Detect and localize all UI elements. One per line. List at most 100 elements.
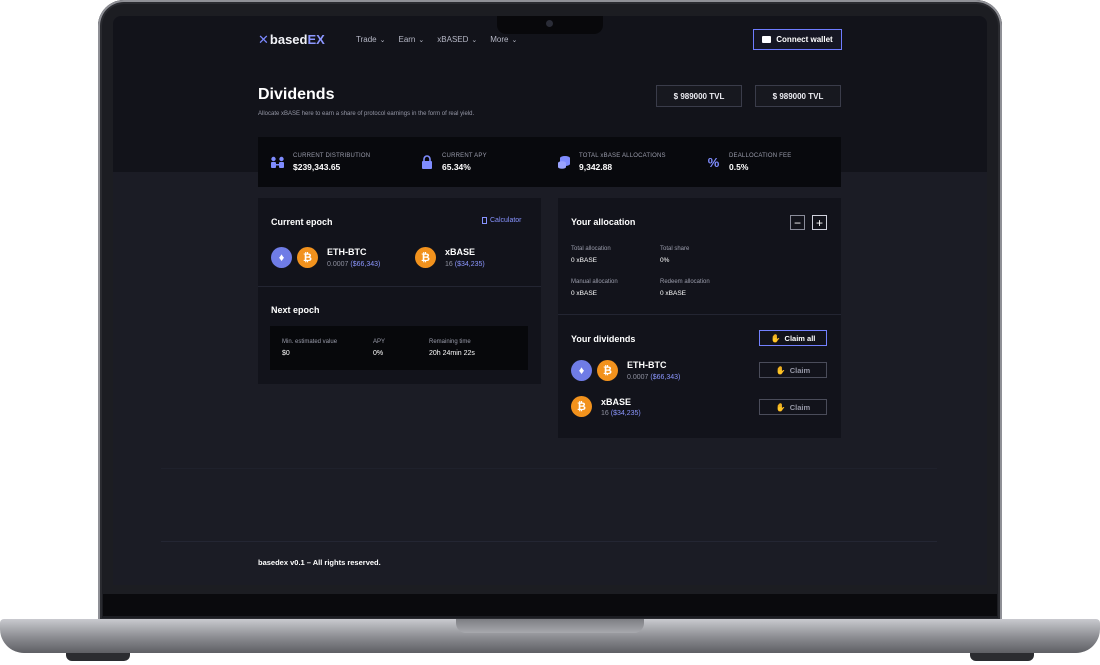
alloc-label: Total share [660,246,690,252]
people-icon [270,155,285,169]
dividend-usd: ($66,343) [650,374,681,381]
asset-amount: 0.0007 ($66,343) [327,261,380,268]
menu-more-label: More [490,35,509,44]
stat-current-distribution: CURRENT DISTRIBUTION $239,343.65 [270,137,370,187]
hand-icon: ✋ [775,402,786,412]
tvl-badge: $ 989000 TVL [755,85,841,107]
dividend-amount-value: 0.0007 [627,374,649,381]
coins-icon [556,155,571,169]
connect-wallet-label: Connect wallet [776,35,833,44]
menu-xbased-label: xBASED [437,35,469,44]
asset-amount-value: 0.0007 [327,261,349,268]
claim-label: Claim [789,365,811,375]
asset-name: ETH-BTC [327,247,367,257]
chevron-down-icon: ⌄ [511,36,518,44]
laptop-opening-notch [456,619,644,633]
claim-all-button[interactable]: ✋ Claim all [759,330,827,346]
info-label: APY [373,339,386,345]
eth-icon: ♦ [271,247,292,268]
brand-prefix: based [269,32,308,47]
asset-usd: ($66,343) [350,261,381,268]
divider [161,468,937,469]
stat-value: 9,342.88 [579,161,613,172]
lock-icon [419,155,434,169]
asset-amount: 16 ($34,235) [445,261,485,268]
hand-icon: ✋ [775,365,786,375]
stat-value: 65.34% [442,161,471,172]
dividend-usd: ($34,235) [610,410,641,417]
your-allocation-title: Your allocation [571,217,636,227]
alloc-value: 0 xBASE [571,257,598,264]
info-label: Min. estimated value [282,339,338,345]
chevron-down-icon: ⌄ [379,36,386,44]
claim-all-label: Claim all [784,333,816,343]
btc-icon: ₿ [597,360,618,381]
epoch-panel: Current epoch Calculator ♦ ₿ ETH-BTC 0.0… [258,198,541,384]
info-value: 20h 24min 22s [429,350,475,357]
stat-total-allocations: TOTAL xBASE ALLOCATIONS 9,342.88 [556,137,666,187]
asset-name: xBASE [445,247,476,257]
laptop-chin [103,594,997,616]
info-value: $0 [282,350,290,357]
main-menu: Trade ⌄ Earn ⌄ xBASED ⌄ More ⌄ [356,35,517,44]
calculator-link[interactable]: Calculator [482,217,522,224]
tvl-badge: $ 989000 TVL [656,85,742,107]
allocation-panel: Your allocation − + Total allocation 0 x… [558,198,841,438]
stat-label: TOTAL xBASE ALLOCATIONS [579,152,666,159]
connect-wallet-button[interactable]: Connect wallet [753,29,842,50]
asset-amount-value: 16 [445,261,453,268]
brand-logo[interactable]: ✕basedEX [258,32,325,48]
menu-xbased[interactable]: xBASED ⌄ [437,35,477,44]
menu-trade-label: Trade [356,35,377,44]
page-subtitle: Allocate xBASE here to earn a share of p… [258,111,475,117]
brand-mark-icon: ✕ [258,32,269,47]
stat-value: $239,343.65 [293,161,341,172]
dividend-name: xBASE [601,397,632,407]
dividend-amount: 16 ($34,235) [601,410,641,417]
hand-icon: ✋ [770,333,781,343]
claim-button[interactable]: ✋ Claim [759,399,827,415]
camera-notch [497,16,603,34]
alloc-label: Total allocation [571,246,611,252]
camera-icon [546,20,553,27]
stat-label: CURRENT DISTRIBUTION [293,152,371,159]
app: ✕basedEX Trade ⌄ Earn ⌄ xBASED ⌄ More ⌄ Conn… [113,16,987,585]
btc-icon: ₿ [415,247,436,268]
stats-bar: CURRENT DISTRIBUTION $239,343.65 CURRENT… [258,137,841,187]
chevron-down-icon: ⌄ [418,36,425,44]
stat-value: 0.5% [729,161,749,172]
claim-button[interactable]: ✋ Claim [759,362,827,378]
calculator-icon [482,217,487,224]
next-epoch-title: Next epoch [271,305,320,315]
deallocate-button[interactable]: − [790,215,805,230]
current-epoch-title: Current epoch [271,217,333,227]
your-dividends-title: Your dividends [571,334,636,344]
stat-label: DEALLOCATION FEE [729,152,792,159]
laptop-foot [66,653,130,661]
stat-label: CURRENT APY [442,152,487,159]
chevron-down-icon: ⌄ [471,36,478,44]
dividend-name: ETH-BTC [627,360,667,370]
claim-label: Claim [789,402,811,412]
dividend-amount: 0.0007 ($66,343) [627,374,680,381]
calculator-label: Calculator [490,217,522,224]
divider [161,541,937,542]
alloc-value: 0 xBASE [660,290,687,297]
stat-current-apy: CURRENT APY 65.34% [419,137,487,187]
menu-more[interactable]: More ⌄ [490,35,517,44]
page-title: Dividends [258,86,335,103]
allocate-button[interactable]: + [812,215,827,230]
stat-deallocation-fee: % DEALLOCATION FEE 0.5% [706,137,792,187]
dividend-amount-value: 16 [601,410,609,417]
divider [558,314,841,315]
brand-suffix: EX [307,32,325,47]
alloc-value: 0 xBASE [571,290,598,297]
alloc-value: 0% [660,257,670,264]
alloc-label: Redeem allocation [660,279,710,285]
asset-usd: ($34,235) [454,261,485,268]
eth-icon: ♦ [571,360,592,381]
menu-trade[interactable]: Trade ⌄ [356,35,385,44]
menu-earn[interactable]: Earn ⌄ [398,35,424,44]
next-epoch-info: Min. estimated value $0 APY 0% Remaining… [270,326,528,370]
info-label: Remaining time [429,339,471,345]
